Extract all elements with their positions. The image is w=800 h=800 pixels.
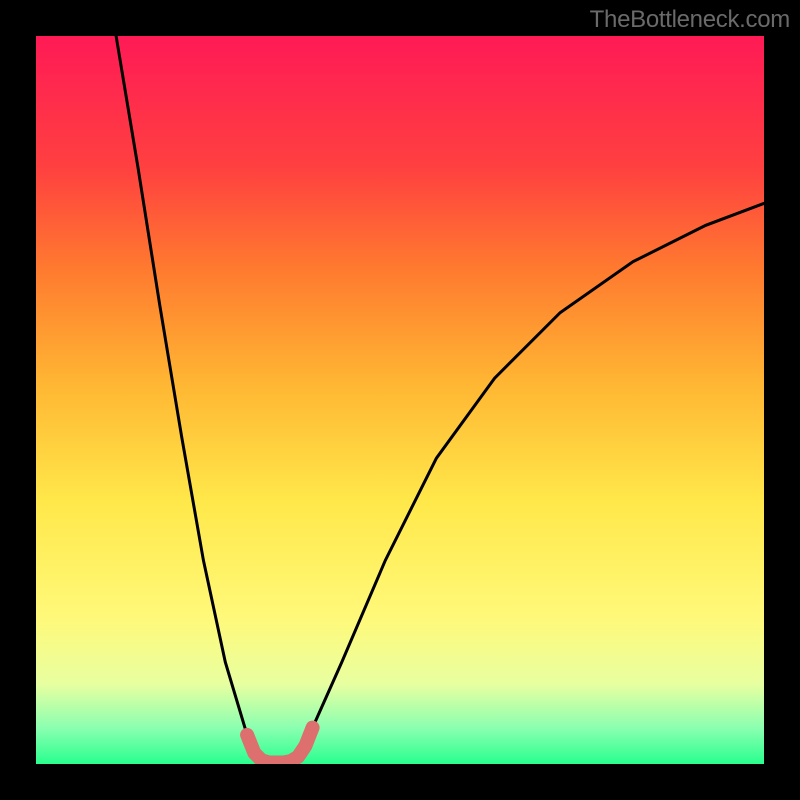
- curve-left-path: [116, 36, 247, 735]
- chart-frame: TheBottleneck.com: [0, 0, 800, 800]
- plot-area: [36, 36, 764, 764]
- curve-right-path: [313, 203, 764, 727]
- curve-svg: [36, 36, 764, 764]
- watermark-text: TheBottleneck.com: [590, 6, 790, 34]
- curve-trough-path: [247, 728, 313, 763]
